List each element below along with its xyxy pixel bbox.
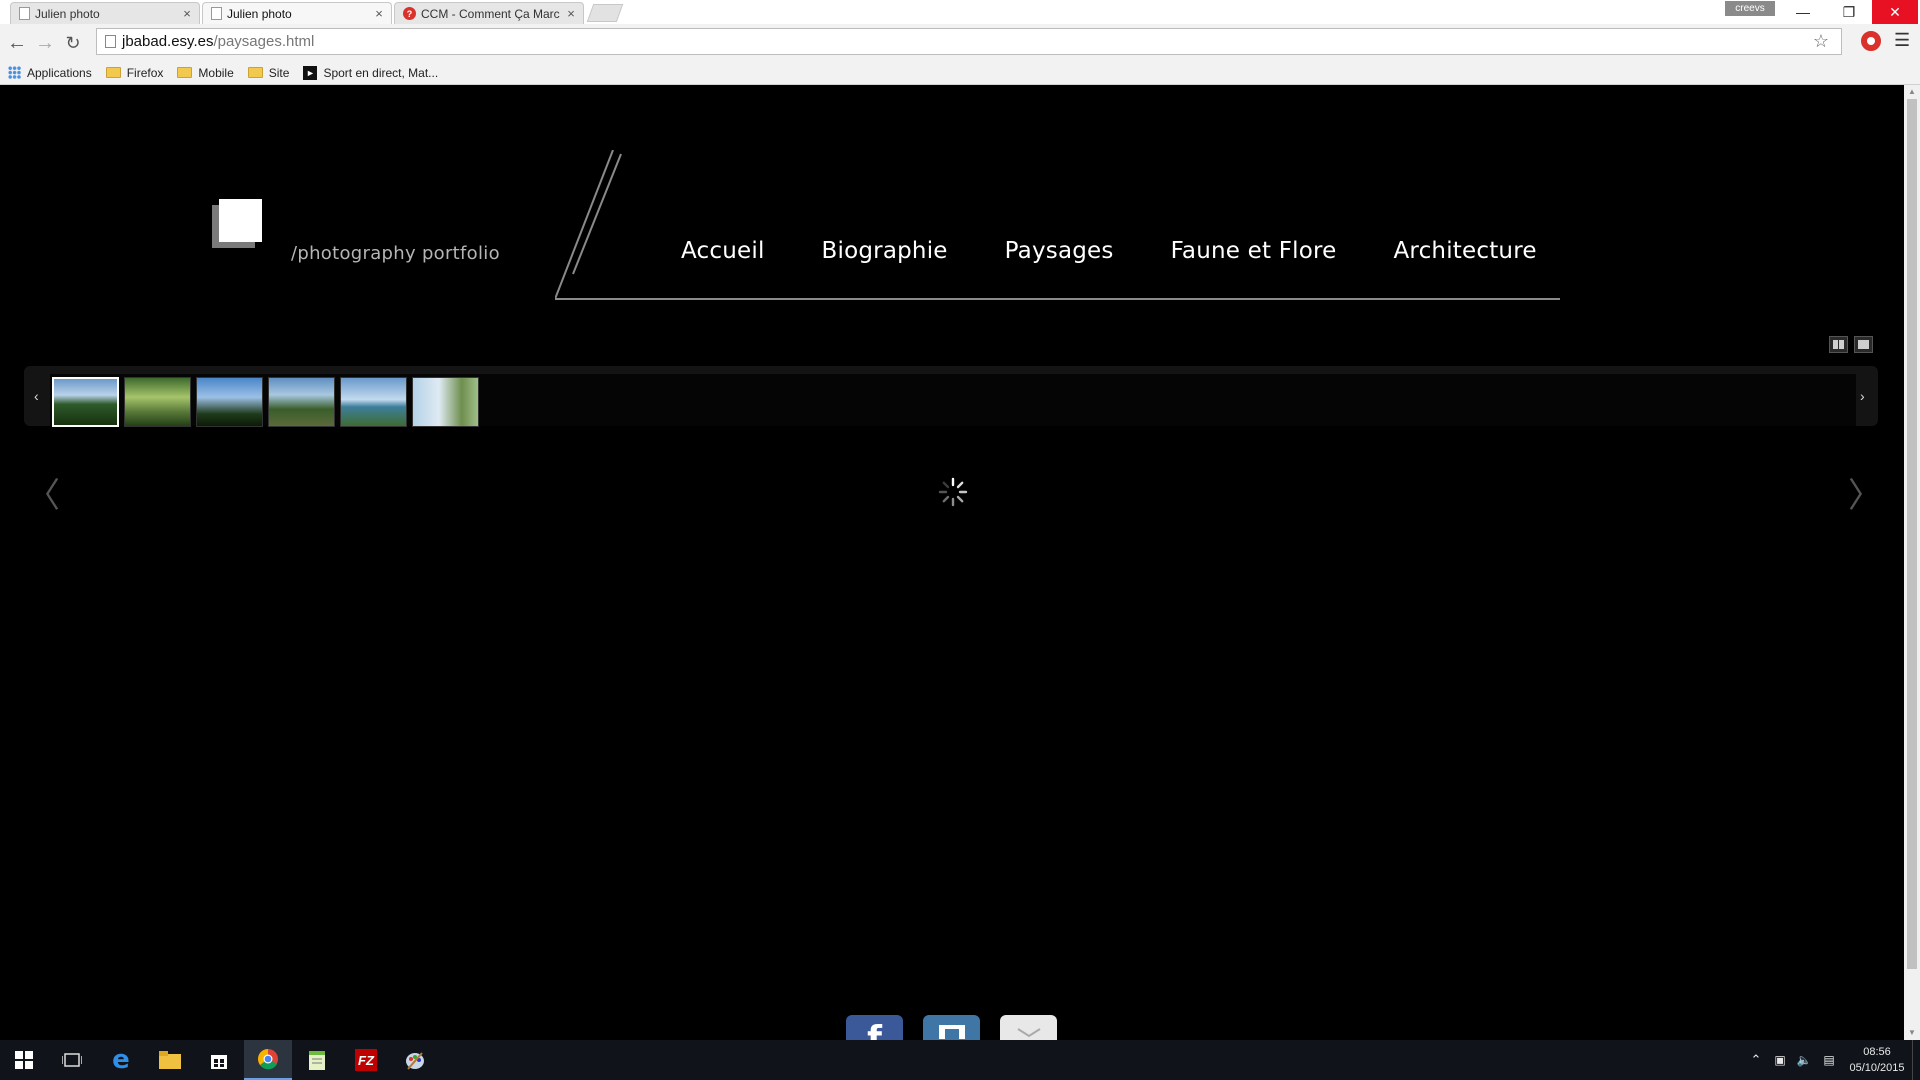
reload-icon[interactable]: ↻ — [60, 30, 86, 56]
chrome-icon[interactable] — [244, 1040, 292, 1080]
folder-icon — [247, 67, 263, 78]
strip-next-icon[interactable]: › — [1860, 388, 1865, 404]
bookmarks-bar: Applications Firefox Mobile Site ► Sport… — [0, 61, 1920, 85]
nav-biographie[interactable]: Biographie — [822, 238, 948, 264]
tab-strip: Julien photo × Julien photo × ? CCM - Co… — [0, 0, 1920, 24]
system-tray: ⌃ ▣ 🔈 ▤ 08:56 05/10/2015 — [1744, 1040, 1920, 1080]
thumbnail-2[interactable] — [124, 377, 191, 427]
folder-icon — [177, 67, 193, 78]
scroll-up-icon[interactable]: ▲ — [1904, 85, 1920, 99]
extension-icon[interactable] — [1861, 31, 1881, 51]
bookmark-folder-firefox[interactable]: Firefox — [105, 65, 164, 80]
paint-icon[interactable] — [391, 1040, 439, 1080]
thumbnail-3[interactable] — [196, 377, 263, 427]
bookmark-label: Firefox — [126, 65, 164, 80]
bookmark-label: Sport en direct, Mat... — [323, 65, 439, 80]
apps-icon — [8, 66, 21, 79]
thumbnail-4[interactable] — [268, 377, 335, 427]
folder-icon — [105, 67, 121, 78]
loading-spinner-icon — [938, 477, 968, 507]
bookmark-folder-site[interactable]: Site — [247, 65, 290, 80]
close-window-icon[interactable]: ✕ — [1872, 0, 1918, 24]
site-tagline: /photography portfolio — [291, 243, 500, 264]
nav-paysages[interactable]: Paysages — [1005, 238, 1114, 264]
back-arrow-icon[interactable]: ← — [4, 30, 30, 56]
nav-architecture[interactable]: Architecture — [1394, 238, 1537, 264]
social-links: f — [846, 1015, 1057, 1040]
new-tab-button[interactable] — [586, 4, 624, 22]
filezilla-icon[interactable]: FZ — [342, 1040, 390, 1080]
page-icon — [19, 7, 30, 20]
notepad-icon[interactable] — [293, 1040, 341, 1080]
thumbnail-5[interactable] — [340, 377, 407, 427]
thumbnail-1[interactable] — [52, 377, 119, 427]
store-icon[interactable] — [195, 1040, 243, 1080]
page-icon — [211, 7, 222, 20]
prev-photo-icon[interactable]: 〈 — [26, 468, 60, 517]
email-icon[interactable] — [1000, 1015, 1057, 1040]
web-page: /photography portfolio Accueil Biographi… — [0, 85, 1904, 1040]
volume-icon[interactable]: 🔈 — [1792, 1053, 1816, 1067]
restore-icon[interactable]: ❐ — [1826, 0, 1872, 24]
nav-decoration — [555, 150, 1560, 300]
bookmark-label: Mobile — [198, 65, 234, 80]
site-logo[interactable] — [219, 199, 262, 242]
twitter-icon[interactable] — [923, 1015, 980, 1040]
bookmark-label: Site — [268, 65, 290, 80]
tab-julien-photo-1[interactable]: Julien photo × — [10, 2, 200, 24]
grid-view-icon[interactable] — [1829, 336, 1848, 353]
tab-title: CCM - Comment Ça Marc — [421, 6, 560, 21]
notifications-icon[interactable]: ▤ — [1816, 1053, 1842, 1067]
sport-icon: ► — [303, 65, 318, 80]
thumbnail-strip: ‹ › — [24, 366, 1878, 427]
tab-title: Julien photo — [35, 6, 100, 21]
bookmark-applications[interactable]: Applications — [8, 66, 92, 80]
windows-start-icon[interactable] — [0, 1040, 48, 1080]
close-tab-icon[interactable]: × — [563, 6, 579, 21]
url-path: /paysages.html — [213, 33, 315, 50]
taskbar-clock[interactable]: 08:56 05/10/2015 — [1842, 1044, 1912, 1076]
strip-prev-icon[interactable]: ‹ — [34, 388, 39, 404]
single-view-icon[interactable] — [1854, 336, 1873, 353]
minimize-icon[interactable]: — — [1780, 0, 1826, 24]
edge-browser-icon[interactable]: e — [97, 1040, 145, 1080]
bookmark-folder-mobile[interactable]: Mobile — [177, 65, 234, 80]
close-tab-icon[interactable]: × — [371, 6, 387, 21]
profile-badge[interactable]: creevs — [1725, 1, 1775, 16]
scroll-down-icon[interactable]: ▼ — [1904, 1026, 1920, 1040]
ccm-favicon-icon: ? — [403, 7, 416, 20]
close-tab-icon[interactable]: × — [179, 6, 195, 21]
scroll-thumb[interactable] — [1907, 99, 1917, 969]
bookmark-star-icon[interactable]: ☆ — [1813, 31, 1829, 52]
nav-faune-et-flore[interactable]: Faune et Flore — [1171, 238, 1337, 264]
show-desktop-button[interactable] — [1912, 1040, 1920, 1080]
bookmark-label: Applications — [27, 65, 92, 80]
bookmark-sport[interactable]: ► Sport en direct, Mat... — [303, 65, 439, 80]
network-icon[interactable]: ▣ — [1768, 1053, 1792, 1067]
tray-overflow-chevron-icon[interactable]: ⌃ — [1744, 1052, 1768, 1068]
page-info-icon[interactable] — [105, 35, 116, 48]
menu-icon[interactable]: ☰ — [1894, 30, 1910, 51]
browser-toolbar: ← → ↻ jbabad.esy.es /paysages.html ☆ — [0, 24, 1920, 61]
address-bar[interactable]: jbabad.esy.es /paysages.html ☆ — [96, 28, 1842, 55]
main-navigation: Accueil Biographie Paysages Faune et Flo… — [681, 238, 1537, 264]
windows-taskbar: e FZ ⌃ ▣ 🔈 ▤ 08:56 05/10/2015 — [0, 1040, 1920, 1080]
thumbnail-6[interactable] — [412, 377, 479, 427]
url-host: jbabad.esy.es — [122, 33, 214, 50]
clock-time: 08:56 — [1863, 1046, 1891, 1058]
tab-ccm[interactable]: ? CCM - Comment Ça Marc × — [394, 2, 584, 24]
task-view-icon[interactable] — [48, 1040, 96, 1080]
nav-accueil[interactable]: Accueil — [681, 238, 765, 264]
clock-date: 05/10/2015 — [1849, 1062, 1905, 1074]
next-photo-icon[interactable]: 〉 — [1848, 468, 1882, 517]
forward-arrow-icon[interactable]: → — [32, 30, 58, 56]
tab-title: Julien photo — [227, 6, 292, 21]
page-scrollbar[interactable]: ▲ ▼ — [1904, 85, 1920, 1040]
facebook-icon[interactable]: f — [846, 1015, 903, 1040]
file-explorer-icon[interactable] — [146, 1040, 194, 1080]
tab-julien-photo-2[interactable]: Julien photo × — [202, 2, 392, 24]
